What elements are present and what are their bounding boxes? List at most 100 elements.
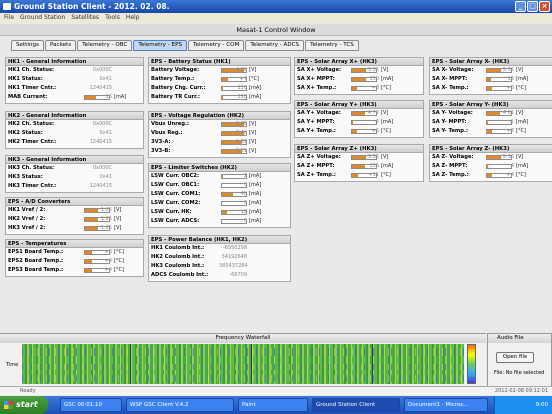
telemetry-row: SA Z- MPPT: 4 [mA] — [430, 162, 552, 171]
taskbar-item-5[interactable]: Document1 - Micros... — [404, 398, 488, 412]
telemetry-value: +8 — [506, 85, 514, 91]
telemetry-row: HK2 Status: 0x41 — [6, 129, 143, 138]
telemetry-unit: [mA] — [249, 94, 262, 100]
telemetry-value: 0x000C — [92, 165, 112, 171]
tab-settings[interactable]: Settings — [11, 40, 44, 51]
tab-telemetry-tcs[interactable]: Telemetry - TCS — [305, 40, 359, 51]
waterfall-display[interactable] — [22, 344, 464, 384]
telemetry-unit: [mA] — [249, 200, 262, 206]
panel-eps-solar-array-y-hk3: EPS - Solar Array Y+ (HK3) SA Y+ Voltage:… — [294, 100, 424, 138]
menu-ground-station[interactable]: Ground Station — [20, 13, 65, 23]
panel-eps-battery-status-hk1: EPS - Battery Status (HK1) Battery Voltag… — [148, 57, 291, 104]
telemetry-value: +11 — [368, 172, 379, 178]
telemetry-unit: [mA] — [381, 119, 394, 125]
taskbar-item-4[interactable]: Ground Station Client — [312, 398, 400, 412]
telemetry-row: SA X+ MPPT: 150 [mA] — [295, 75, 423, 84]
telemetry-unit: [°C] — [381, 85, 391, 91]
panel-eps-solar-array-z-hk3: EPS - Solar Array Z- (HK3) SA Z- Voltage:… — [429, 144, 552, 182]
telemetry-label: HK1 Timer Cntr.: — [8, 85, 57, 91]
close-button[interactable]: × — [539, 1, 550, 12]
telemetry-label: SA Y+ MPPT: — [297, 119, 335, 125]
telemetry-value: 5.36 — [367, 67, 379, 73]
panel-title: HK1 - General Information — [6, 58, 143, 66]
tab-packets[interactable]: Packets — [44, 40, 77, 51]
window-titlebar[interactable]: Ground Station Client - 2012. 02. 08. _ … — [0, 0, 552, 13]
panel-hk1-general-information: HK1 - General Information HK1 Ch. Status:… — [5, 57, 144, 104]
tab-telemetry-obc[interactable]: Telemetry - OBC — [77, 40, 133, 51]
telemetry-unit: [mA] — [249, 209, 262, 215]
menu-tools[interactable]: Tools — [105, 13, 120, 23]
status-left: Ready — [20, 388, 36, 394]
telemetry-value: 1240415 — [89, 139, 112, 145]
menu-help[interactable]: Help — [126, 13, 140, 23]
telemetry-value: 136 — [369, 163, 379, 169]
telemetry-unit: [°C] — [516, 85, 526, 91]
telemetry-value: 4.81 — [502, 110, 514, 116]
telemetry-row: HK1 Vref / 2: 1.25 [V] — [6, 206, 143, 215]
maximize-button[interactable]: □ — [527, 1, 538, 12]
taskbar-item-3[interactable]: Paint — [238, 398, 308, 412]
telemetry-row: SA Y- Voltage: 4.81 [V] — [430, 109, 552, 118]
tab-telemetry-eps[interactable]: Telemetry - EPS — [133, 40, 188, 51]
telemetry-value: 4 — [510, 163, 514, 169]
panel-title: EPS - Limiter Switches (HK2) — [149, 164, 290, 172]
taskbar-item-1[interactable]: GSC 00:01:10 — [60, 398, 122, 412]
menu-file[interactable]: File — [4, 13, 14, 23]
tab-telemetry-com[interactable]: Telemetry - COM — [188, 40, 245, 51]
telemetry-value: 3.29 — [235, 139, 247, 145]
telemetry-value: 1.25 — [100, 216, 112, 222]
taskbar-item-2[interactable]: WSP GSC Client V.4.2 — [126, 398, 234, 412]
telemetry-label: LSW Curr. COM1: — [151, 191, 201, 197]
telemetry-tabs: Settings Packets Telemetry - OBC Telemetry … — [11, 40, 359, 51]
telemetry-row: HK1 Status: 0x41 — [6, 75, 143, 84]
telemetry-unit: [mA] — [249, 173, 262, 179]
panel-title: EPS - Temperatures — [6, 240, 143, 248]
panel-hk3-general-information: HK3 - General Information HK3 Ch. Status:… — [5, 155, 144, 193]
start-button[interactable]: start — [0, 396, 48, 414]
telemetry-value: 1.25 — [100, 225, 112, 231]
telemetry-unit: [°C] — [114, 267, 124, 273]
system-tray-clock[interactable]: 9:00 — [494, 396, 552, 414]
menu-satellites[interactable]: Satellites — [71, 13, 99, 23]
telemetry-row: HK1 Coulomb Int.: -6550298 — [149, 244, 290, 253]
telemetry-label: Vbus Reg.: — [151, 130, 183, 136]
telemetry-label: 3V3-B: — [151, 148, 171, 154]
panel-eps-voltage-regulation-hk2: EPS - Voltage Regulation (HK2) Vbus Unreg… — [148, 111, 291, 158]
waterfall-time-label: Time — [6, 362, 19, 368]
telemetry-label: Vbus Unreg.: — [151, 121, 190, 127]
telemetry-label: EPS2 Board Temp.: — [8, 258, 64, 264]
telemetry-unit: [V] — [381, 110, 389, 116]
telemetry-row: HK2 Vref / 2: 1.25 [V] — [6, 215, 143, 224]
telemetry-value: -1 — [509, 119, 514, 125]
panel-eps-power-balance-hk1-hk2: EPS - Power Balance (HK1, HK2) HK1 Coulom… — [148, 235, 291, 282]
telemetry-value: -2 — [374, 119, 379, 125]
telemetry-row: SA Z- Voltage: 5.36 [V] — [430, 153, 552, 162]
tab-telemetry-adcs[interactable]: Telemetry - ADCS — [245, 40, 305, 51]
telemetry-label: Battery TR Curr.: — [151, 94, 200, 100]
telemetry-value: 12 — [240, 209, 247, 215]
telemetry-label: 3V3-A: — [151, 139, 171, 145]
windows-logo-icon — [4, 401, 13, 409]
telemetry-label: HK3 Status: — [8, 174, 43, 180]
open-file-button[interactable]: Open file — [496, 352, 534, 363]
telemetry-value: -6550298 — [222, 245, 247, 251]
audio-file-panel: Audio File Open file File: No file selec… — [487, 333, 552, 387]
minimize-button[interactable]: _ — [515, 1, 526, 12]
panel-title: EPS - Battery Status (HK1) — [149, 58, 290, 66]
telemetry-unit: [V] — [249, 121, 257, 127]
telemetry-value: +7 — [239, 76, 247, 82]
audio-panel-title: Audio File — [488, 334, 551, 343]
telemetry-row: EPS3 Board Temp.: +4 [°C] — [6, 266, 143, 275]
telemetry-label: HK3 Coulomb Int.: — [151, 263, 205, 269]
menu-bar: File Ground Station Satellites Tools Hel… — [0, 13, 552, 23]
telemetry-unit: [mA] — [516, 163, 529, 169]
telemetry-row: LSW Curr. COM1: 48 [mA] — [149, 190, 290, 199]
telemetry-unit: [V] — [249, 130, 257, 136]
telemetry-unit: [V] — [516, 110, 524, 116]
telemetry-row: HK3 Vref / 2: 1.25 [V] — [6, 224, 143, 233]
telemetry-unit: [mA] — [249, 182, 262, 188]
telemetry-row: Battery TR Curr.: 110 [mA] — [149, 93, 290, 102]
telemetry-row: HK2 Timer Cntr.: 1240415 — [6, 138, 143, 147]
telemetry-value: 0x41 — [99, 76, 112, 82]
telemetry-unit: [V] — [114, 216, 122, 222]
